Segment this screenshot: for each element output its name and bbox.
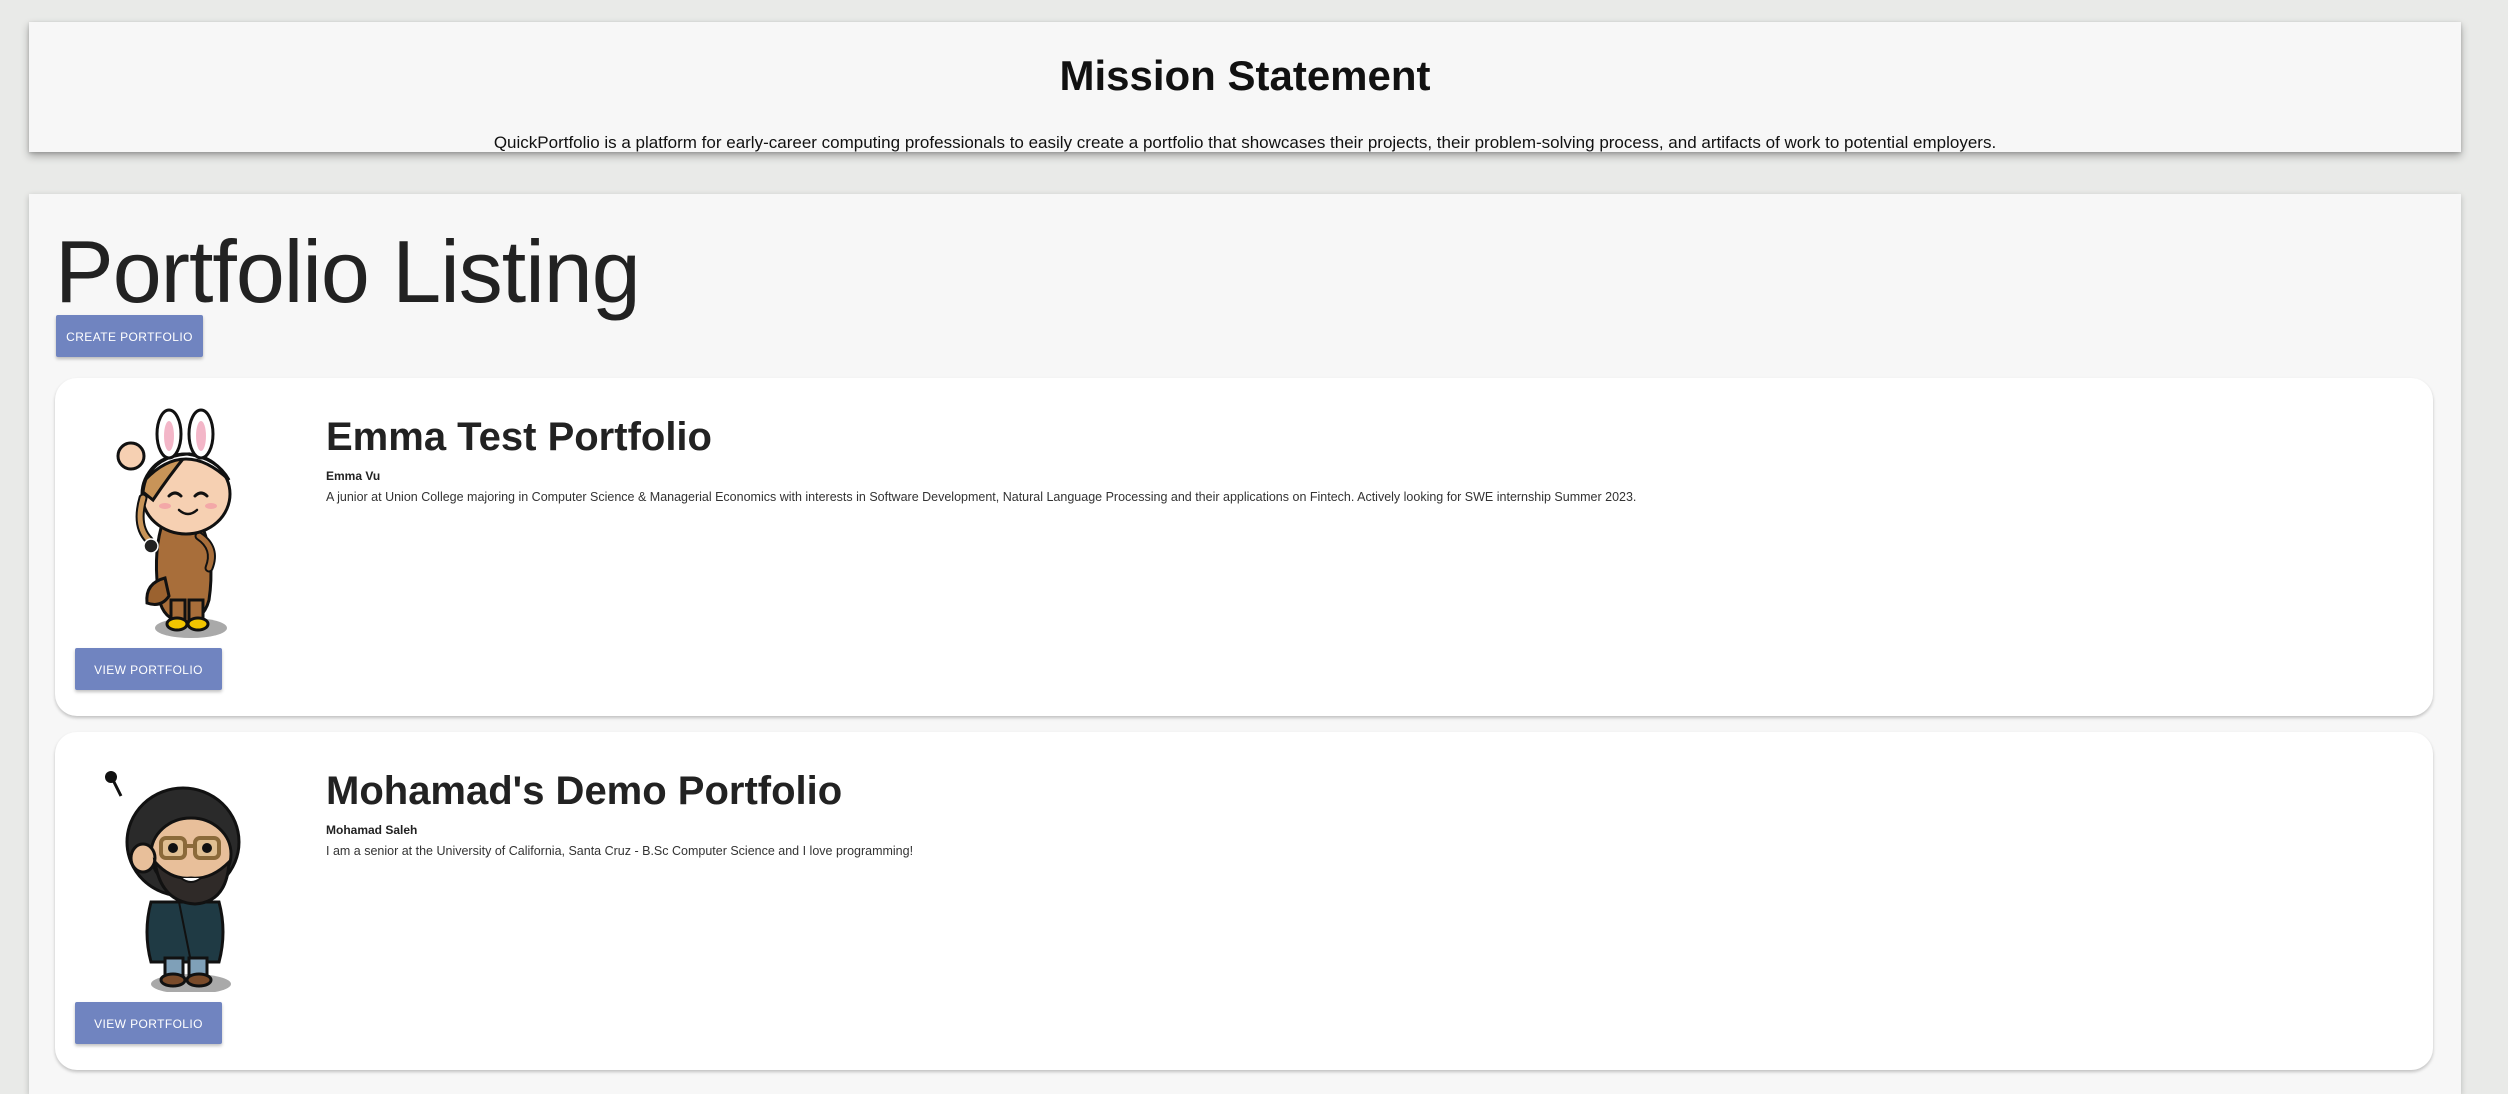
bunny-hat-avatar <box>116 408 232 638</box>
mission-statement-panel: Mission Statement QuickPortfolio is a pl… <box>29 22 2461 152</box>
mission-title: Mission Statement <box>1059 52 1431 99</box>
portfolio-card: Mohamad's Demo Portfolio Mohamad Saleh I… <box>55 732 2433 1070</box>
create-portfolio-button[interactable]: CREATE PORTFOLIO <box>56 315 203 357</box>
portfolio-owner: Emma Vu <box>326 469 381 483</box>
portfolio-owner: Mohamad Saleh <box>326 823 418 837</box>
portfolio-card: Emma Test Portfolio Emma Vu A junior at … <box>55 378 2433 716</box>
mission-text: QuickPortfolio is a platform for early-c… <box>493 133 1997 152</box>
portfolio-description: I am a senior at the University of Calif… <box>326 844 914 858</box>
page-title: Portfolio Listing <box>55 222 641 321</box>
bearded-glasses-avatar <box>105 771 241 992</box>
portfolio-listing-panel: Portfolio Listing CREATE PORTFOLIO Emma … <box>29 194 2461 1094</box>
view-portfolio-button[interactable]: VIEW PORTFOLIO <box>75 648 222 690</box>
portfolio-title: Emma Test Portfolio <box>326 415 712 459</box>
portfolio-description: A junior at Union College majoring in Co… <box>326 490 1637 504</box>
view-portfolio-button[interactable]: VIEW PORTFOLIO <box>75 1002 222 1044</box>
portfolio-title: Mohamad's Demo Portfolio <box>326 769 843 813</box>
